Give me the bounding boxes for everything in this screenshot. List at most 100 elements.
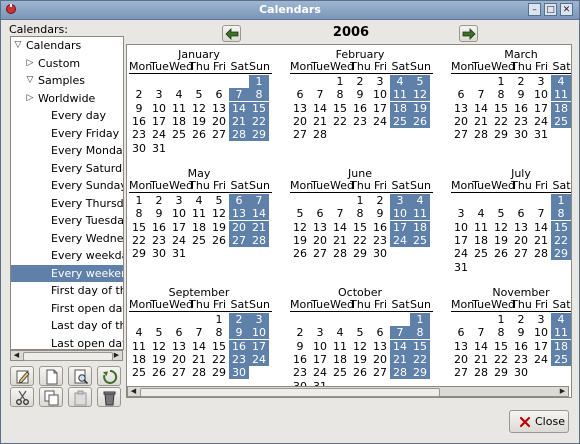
day-cell[interactable]: 13 [169,340,189,353]
day-cell[interactable]: 20 [451,115,471,128]
day-cell[interactable]: 23 [290,366,310,379]
day-cell[interactable]: 9 [129,102,149,115]
weekend-day-cell[interactable]: 3 [249,313,269,326]
day-cell[interactable]: 3 [531,313,551,326]
weekend-day-cell[interactable]: 26 [571,115,572,128]
day-cell[interactable]: 16 [350,102,370,115]
day-cell[interactable]: 2 [350,75,370,88]
day-cell[interactable]: 19 [209,221,229,234]
day-cell[interactable]: 10 [149,102,169,115]
day-cell[interactable]: 21 [471,353,491,366]
weekend-day-cell[interactable]: 24 [390,233,410,247]
day-cell[interactable]: 6 [370,326,390,339]
weekend-day-cell[interactable]: 13 [229,207,249,221]
day-cell[interactable]: 11 [471,221,491,234]
weekend-day-cell[interactable]: 22 [249,114,269,128]
day-cell[interactable]: 20 [310,234,330,247]
day-cell[interactable]: 9 [149,207,169,220]
tree-item[interactable]: Every Friday [11,125,123,142]
day-cell[interactable]: 10 [531,88,551,101]
day-cell[interactable]: 17 [451,234,471,247]
day-cell[interactable]: 1 [330,75,350,88]
day-cell[interactable]: 17 [531,102,551,115]
day-cell[interactable]: 9 [290,340,310,353]
day-cell[interactable]: 24 [149,128,169,141]
day-cell[interactable]: 23 [350,115,370,128]
day-cell[interactable]: 9 [370,207,390,220]
weekend-day-cell[interactable]: 5 [410,75,430,88]
day-cell[interactable]: 13 [451,102,471,115]
weekend-day-cell[interactable]: 24 [249,352,269,366]
weekend-day-cell[interactable]: 20 [229,220,249,234]
day-cell[interactable]: 5 [189,88,209,101]
day-cell[interactable]: 7 [471,326,491,339]
day-cell[interactable]: 14 [310,102,330,115]
weekend-day-cell[interactable]: 18 [410,220,430,234]
maximize-button[interactable]: □ [544,3,557,16]
day-cell[interactable]: 27 [451,128,471,141]
day-cell[interactable]: 12 [209,207,229,220]
scroll-left-arrow-icon[interactable]: ◀ [128,387,139,396]
weekend-day-cell[interactable]: 2 [229,313,249,326]
weekend-day-cell[interactable]: 23 [571,234,572,247]
weekend-day-cell[interactable]: 29 [551,247,571,261]
weekend-day-cell[interactable]: 29 [410,366,430,380]
close-button[interactable]: Close [509,410,569,433]
day-cell[interactable]: 25 [169,128,189,141]
tree-item[interactable]: ▽ Calendars [11,37,123,54]
day-cell[interactable]: 13 [370,340,390,353]
weekend-day-cell[interactable]: 30 [571,247,572,260]
weekend-day-cell[interactable]: 5 [571,75,572,88]
weekend-day-cell[interactable]: 10 [249,326,269,340]
day-cell[interactable]: 22 [330,115,350,128]
day-cell[interactable]: 17 [370,102,390,115]
day-cell[interactable]: 21 [189,353,209,366]
day-cell[interactable]: 10 [310,340,330,353]
day-cell[interactable]: 11 [169,102,189,115]
day-cell[interactable]: 1 [491,75,511,88]
day-cell[interactable]: 31 [531,128,551,141]
scrollbar-thumb[interactable] [23,352,113,361]
day-cell[interactable]: 26 [189,128,209,141]
day-cell[interactable]: 27 [290,128,310,141]
tree-item[interactable]: Every Saturday [11,160,123,177]
day-cell[interactable]: 20 [451,353,471,366]
day-cell[interactable]: 3 [451,207,471,220]
day-cell[interactable]: 2 [129,88,149,101]
day-cell[interactable]: 26 [350,366,370,379]
day-cell[interactable]: 29 [209,366,229,379]
weekend-day-cell[interactable]: 3 [390,194,410,207]
day-cell[interactable]: 25 [471,247,491,260]
day-cell[interactable]: 3 [310,326,330,339]
day-cell[interactable]: 26 [290,247,310,260]
day-cell[interactable]: 27 [310,247,330,260]
tree-item[interactable]: Last open day of the month [11,335,123,350]
weekend-day-cell[interactable]: 11 [551,326,571,340]
day-cell[interactable]: 21 [531,234,551,247]
tree-item[interactable]: Every Monday [11,142,123,159]
day-cell[interactable]: 20 [169,353,189,366]
expander-closed-icon[interactable]: ▷ [25,90,35,107]
scroll-right-arrow-icon[interactable]: ▶ [111,351,122,360]
weekend-day-cell[interactable]: 15 [551,220,571,234]
day-cell[interactable]: 1 [350,194,370,207]
day-cell[interactable]: 10 [451,221,471,234]
day-cell[interactable]: 24 [169,234,189,247]
day-cell[interactable]: 22 [491,115,511,128]
weekend-day-cell[interactable]: 4 [390,75,410,88]
day-cell[interactable]: 23 [511,353,531,366]
weekend-day-cell[interactable]: 8 [410,326,430,340]
weekend-day-cell[interactable]: 17 [390,220,410,234]
day-cell[interactable]: 6 [290,88,310,101]
weekend-day-cell[interactable]: 11 [390,88,410,102]
weekend-day-cell[interactable]: 25 [410,233,430,247]
day-cell[interactable]: 4 [129,326,149,339]
day-cell[interactable]: 4 [169,88,189,101]
day-cell[interactable]: 3 [370,75,390,88]
day-cell[interactable]: 21 [310,115,330,128]
day-cell[interactable]: 1 [129,194,149,207]
weekend-day-cell[interactable]: 18 [390,101,410,115]
day-cell[interactable]: 10 [169,207,189,220]
weekend-day-cell[interactable]: 8 [249,88,269,102]
day-cell[interactable]: 7 [330,207,350,220]
